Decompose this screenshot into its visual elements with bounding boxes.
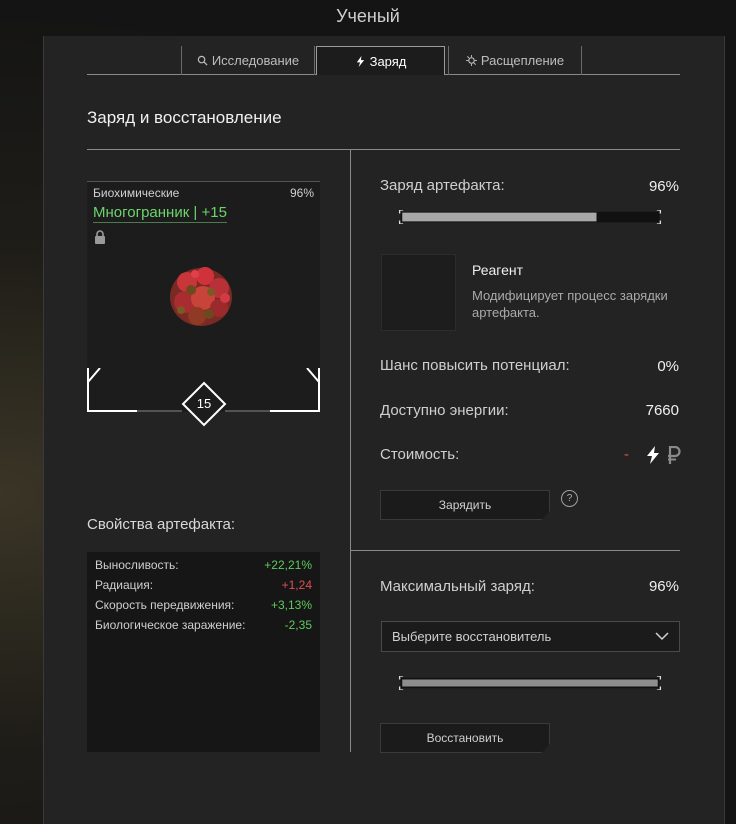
artifact-image xyxy=(170,267,232,326)
property-row: Радиация: +1,24 xyxy=(95,578,312,592)
tab-charge[interactable]: Заряд xyxy=(316,46,445,75)
tab-splitting-label: Расщепление xyxy=(480,53,565,68)
max-charge-progress-fill xyxy=(402,679,658,687)
search-icon xyxy=(197,55,208,66)
max-charge-value: 96% xyxy=(648,578,679,595)
section-divider xyxy=(87,149,680,150)
lock-icon xyxy=(95,230,105,244)
artifact-category: Биохимические xyxy=(93,186,180,200)
artifact-percent: 96% xyxy=(289,186,314,200)
property-row: Биологическое заражение: -2,35 xyxy=(95,618,312,632)
window-title: Ученый xyxy=(336,6,400,26)
energy-value: 7660 xyxy=(645,402,679,419)
property-label: Биологическое заражение: xyxy=(95,618,246,632)
property-value: -2,35 xyxy=(284,618,312,632)
chance-label: Шанс повысить потенциал: xyxy=(380,357,570,374)
ruble-icon xyxy=(668,446,681,464)
property-row: Скорость передвижения: +3,13% xyxy=(95,598,312,612)
reagent-slot[interactable] xyxy=(381,254,456,331)
tab-charge-label: Заряд xyxy=(369,53,407,69)
help-icon[interactable]: ? xyxy=(561,490,578,507)
restore-button[interactable]: Восстановить xyxy=(380,723,550,753)
column-divider xyxy=(350,149,351,752)
cost-label: Стоимость: xyxy=(380,446,460,463)
properties-title: Свойства артефакта: xyxy=(87,516,236,533)
max-charge-progress-bar xyxy=(398,676,662,690)
lightning-icon xyxy=(356,55,364,67)
charge-progress-bar xyxy=(398,210,662,224)
lightning-icon xyxy=(647,446,659,464)
property-value: +1,24 xyxy=(281,578,312,592)
reagent-title: Реагент xyxy=(472,262,524,278)
restorer-select-label: Выберите восстановитель xyxy=(392,629,552,644)
cost-value: - xyxy=(624,446,629,463)
restorer-select[interactable]: Выберите восстановитель xyxy=(381,621,680,652)
property-label: Выносливость: xyxy=(95,558,179,572)
tab-splitting[interactable]: Расщепление xyxy=(448,46,582,75)
property-label: Радиация: xyxy=(95,578,154,592)
property-value: +22,21% xyxy=(264,558,312,572)
energy-label: Доступно энергии: xyxy=(380,402,509,419)
section-title: Заряд и восстановление xyxy=(87,108,282,127)
artifact-level: 15 xyxy=(196,396,212,411)
split-icon xyxy=(465,55,477,66)
artifact-name: Многогранник | +15 xyxy=(93,204,227,223)
tab-research-label: Исследование xyxy=(211,53,300,68)
property-value: +3,13% xyxy=(270,598,312,612)
property-label: Скорость передвижения: xyxy=(95,598,235,612)
charge-label: Заряд артефакта: xyxy=(380,177,505,194)
charge-progress-fill xyxy=(402,212,597,222)
right-divider xyxy=(350,550,680,551)
properties-panel: Выносливость: +22,21% Радиация: +1,24 Ск… xyxy=(87,552,320,752)
charge-button[interactable]: Зарядить xyxy=(380,490,550,520)
chance-value: 0% xyxy=(657,358,679,375)
property-row: Выносливость: +22,21% xyxy=(95,558,312,572)
artifact-level-badge: 15 xyxy=(181,381,227,427)
charge-value: 96% xyxy=(648,178,679,195)
tab-research[interactable]: Исследование xyxy=(181,46,315,75)
reagent-description: Модифицирует процесс зарядки артефакта. xyxy=(472,288,668,320)
chevron-down-icon xyxy=(655,632,669,641)
max-charge-label: Максимальный заряд: xyxy=(380,578,535,595)
